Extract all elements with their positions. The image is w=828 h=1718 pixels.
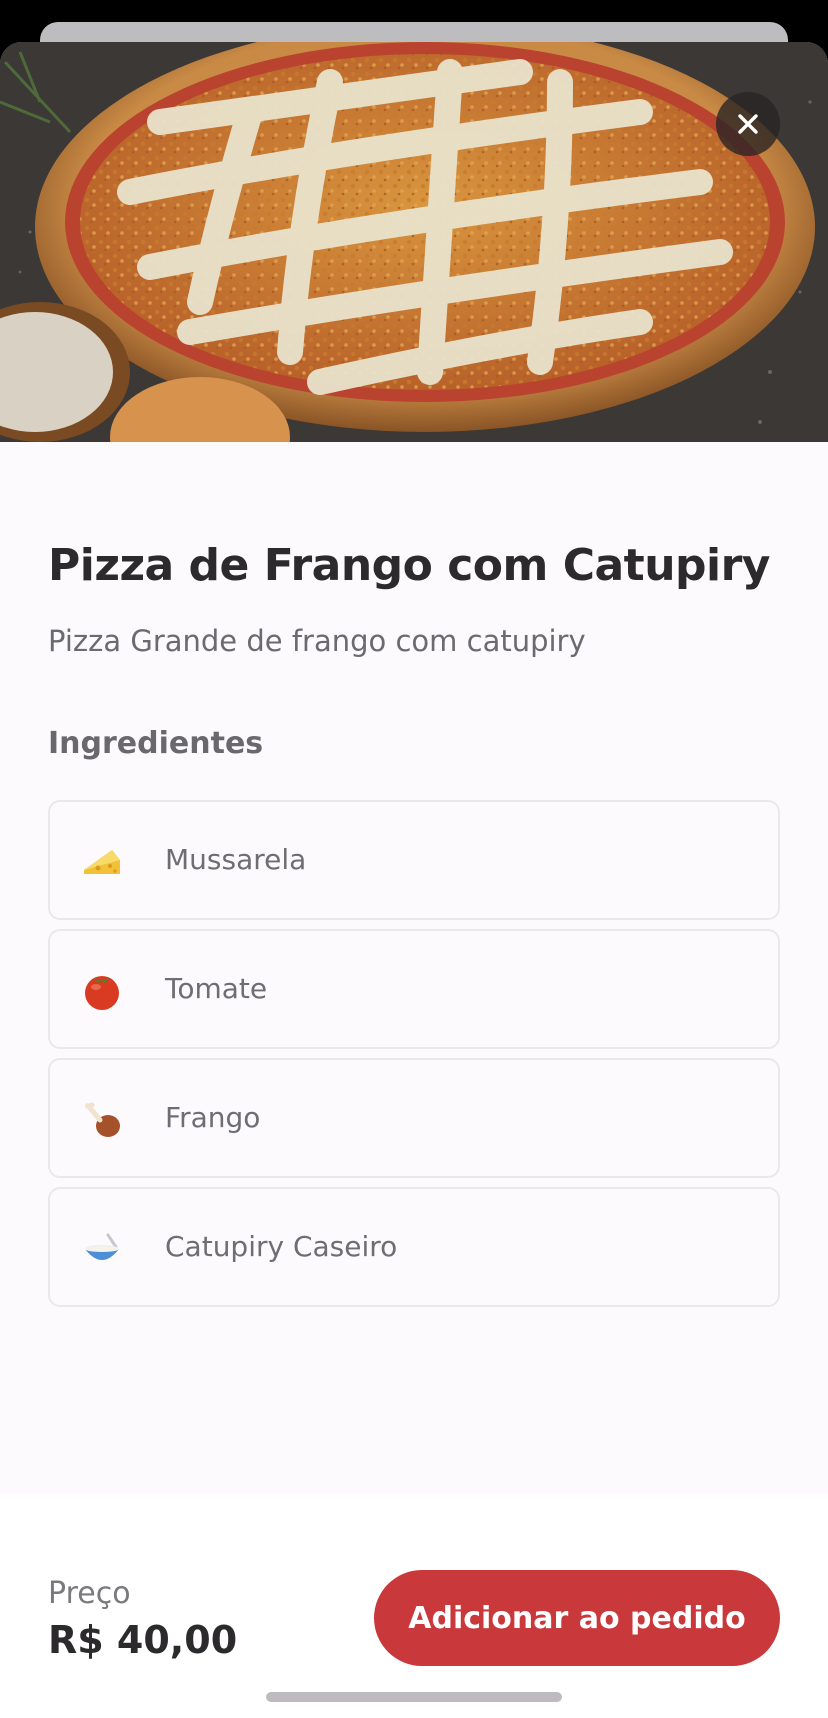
bowl-icon <box>85 1233 119 1260</box>
app-screen: Pizza de Frango com Catupiry Pizza Grand… <box>0 0 828 1718</box>
chicken-leg-icon <box>85 1102 120 1137</box>
home-indicator <box>266 1692 562 1702</box>
tomato-icon <box>85 976 119 1010</box>
order-footer: Preço R$ 40,00 Adicionar ao pedido <box>0 1494 828 1718</box>
price-label: Preço <box>48 1576 131 1611</box>
cheese-icon <box>84 850 120 874</box>
ingredient-item-tomate: Tomate <box>48 929 780 1049</box>
price-value: R$ 40,00 <box>48 1618 238 1662</box>
ingredient-item-mussarela: Mussarela <box>48 800 780 920</box>
ingredient-item-catupiry-caseiro: Catupiry Caseiro <box>48 1187 780 1307</box>
ingredient-label: Frango <box>165 1101 261 1134</box>
close-button[interactable] <box>716 92 780 156</box>
close-icon <box>738 114 758 134</box>
add-to-order-button[interactable]: Adicionar ao pedido <box>374 1570 780 1666</box>
product-description: Pizza Grande de frango com catupiry <box>48 624 586 658</box>
product-title: Pizza de Frango com Catupiry <box>48 540 771 591</box>
ingredient-label: Tomate <box>165 972 268 1005</box>
ingredient-label: Mussarela <box>165 843 307 876</box>
product-modal: Pizza de Frango com Catupiry Pizza Grand… <box>0 42 828 1718</box>
product-image <box>0 42 828 442</box>
ingredient-item-frango: Frango <box>48 1058 780 1178</box>
ingredient-label: Catupiry Caseiro <box>165 1230 398 1263</box>
ingredients-list: Mussarela Tomate Frango Catupiry Caseiro <box>48 800 780 1316</box>
ingredients-heading: Ingredientes <box>48 726 264 761</box>
